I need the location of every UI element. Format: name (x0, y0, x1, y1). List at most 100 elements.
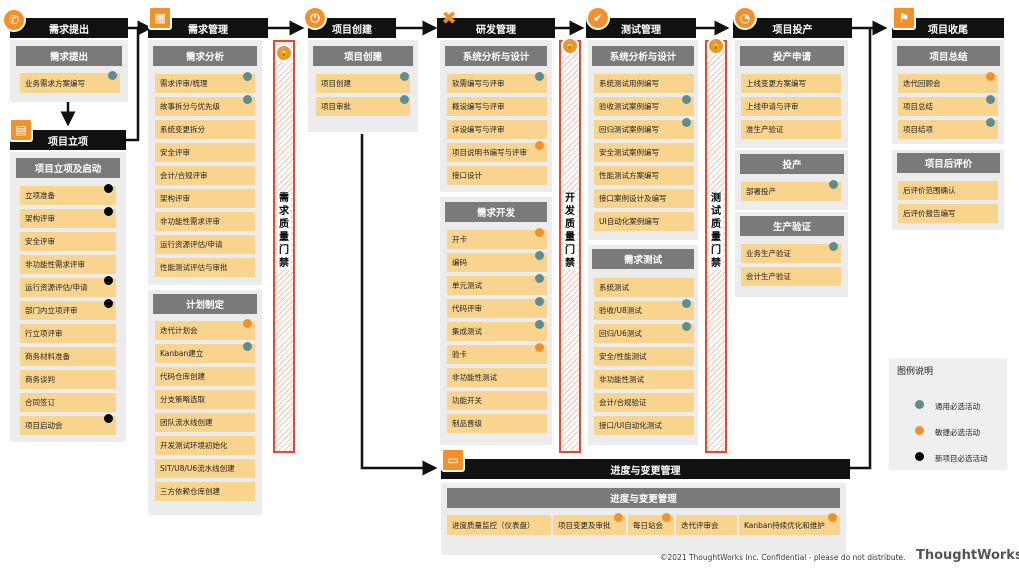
activity-item[interactable]: 上线申请与评审 (741, 97, 841, 116)
activity-item[interactable]: 开卡 (447, 230, 547, 249)
activity-item[interactable]: 回归测试案例编写 (594, 120, 694, 139)
activity-item[interactable]: 会计/合规验证 (594, 393, 694, 412)
phone-icon: ✆ (2, 8, 26, 32)
activity-item[interactable]: 部门内立项评审 (20, 301, 116, 320)
flag-icon: ⚑ (892, 6, 916, 30)
sub-header-requirement-analysis: 需求分析 (153, 46, 257, 66)
activity-item[interactable]: 开发测试环境初始化 (155, 436, 255, 455)
activity-item[interactable]: 进度质量监控（仪表盘） (447, 515, 551, 535)
generic-required-marker (682, 322, 691, 331)
activity-item[interactable]: 接口案例设计及编写 (594, 189, 694, 208)
activity-item[interactable]: 验卡 (447, 345, 547, 364)
legend-new-project-marker (915, 452, 924, 461)
activity-item[interactable]: 三方依赖仓库创建 (155, 482, 255, 501)
activity-item[interactable]: 非功能性测试 (447, 368, 547, 387)
activity-item[interactable]: 合同签订 (20, 393, 116, 412)
activity-item[interactable]: 项目审批 (316, 97, 410, 116)
activity-item[interactable]: 立项准备 (20, 186, 116, 205)
activity-item[interactable]: 准生产验证 (741, 120, 841, 139)
activity-item[interactable]: Kanban建立 (155, 344, 255, 363)
activity-item[interactable]: 业务需求方案编写 (20, 73, 120, 93)
copyright-footer: ©2021 ThoughtWorks Inc. Confidential - p… (660, 553, 906, 562)
activity-item[interactable]: 部署投产 (741, 182, 841, 201)
activity-item[interactable]: 运行资源评估/申请 (155, 235, 255, 254)
activity-item[interactable]: 接口设计 (447, 166, 547, 185)
lock-icon: 🔒 (275, 44, 293, 62)
activity-item[interactable]: 验收/U8测试 (594, 301, 694, 320)
sub-header-project-initiation: 项目立项及启动 (16, 158, 120, 178)
activity-item[interactable]: SIT/U8/U6流水线创建 (155, 459, 255, 478)
legend-agile-marker (915, 426, 924, 435)
activity-item[interactable]: UI自动化案例编写 (594, 212, 694, 231)
activity-item[interactable]: 回归/U6测试 (594, 324, 694, 343)
lock-icon: 🔒 (561, 37, 579, 55)
activity-item[interactable]: 非功能性需求评审 (155, 212, 255, 231)
activity-item[interactable]: 项目启动会 (20, 416, 116, 435)
activity-item[interactable]: 详设编写与评审 (447, 120, 547, 139)
activity-item[interactable]: 运行资源评估/申请 (20, 278, 116, 297)
activity-item[interactable]: 代码评审 (447, 299, 547, 318)
phase-header-progress-change[interactable]: 进度与变更管理 (441, 459, 850, 479)
activity-item[interactable]: 非功能性需求评审 (20, 255, 116, 274)
agile-required-marker (828, 513, 837, 522)
activity-item[interactable]: 性能测试评估与审批 (155, 258, 255, 277)
legend-agile-label: 敏捷必选活动 (935, 428, 980, 437)
activity-item[interactable]: 会计生产验证 (741, 267, 841, 286)
activity-item[interactable]: 系统测试用例编写 (594, 74, 694, 93)
activity-item[interactable]: 单元测试 (447, 276, 547, 295)
activity-item[interactable]: 安全评审 (20, 232, 116, 251)
activity-item[interactable]: 行立项评审 (20, 324, 116, 343)
generic-required-marker (535, 320, 544, 329)
activity-item[interactable]: 安全测试案例编写 (594, 143, 694, 162)
activity-item[interactable]: 架构评审 (155, 189, 255, 208)
activity-item[interactable]: 系统测试 (594, 278, 694, 297)
activity-item[interactable]: 验收测试案例编写 (594, 97, 694, 116)
activity-item[interactable]: Kanban持续优化和维护 (739, 515, 840, 535)
activity-item[interactable]: 后评价报告编写 (898, 204, 998, 223)
activity-item[interactable]: 非功能性测试 (594, 370, 694, 389)
activity-item[interactable]: 分支策略选取 (155, 390, 255, 409)
activity-item[interactable]: 架构评审 (20, 209, 116, 228)
activity-item[interactable]: 代码仓库创建 (155, 367, 255, 386)
activity-item[interactable]: 故事拆分与优先级 (155, 97, 255, 116)
activity-item[interactable]: 上线变更方案编写 (741, 74, 841, 93)
activity-item[interactable]: 集成测试 (447, 322, 547, 341)
activity-item[interactable]: 项目创建 (316, 74, 410, 93)
new-project-required-marker (104, 184, 113, 193)
sub-header-project-creation: 项目创建 (313, 46, 413, 66)
activity-item[interactable]: 安全/性能测试 (594, 347, 694, 366)
generic-required-marker (829, 180, 838, 189)
generic-required-marker (243, 72, 252, 81)
activity-item[interactable]: 项目结项 (898, 120, 998, 139)
agile-required-marker (535, 141, 544, 150)
generic-required-marker (829, 242, 838, 251)
generic-required-marker (535, 297, 544, 306)
generic-required-marker (682, 299, 691, 308)
activity-item[interactable]: 制品晋级 (447, 414, 547, 433)
activity-item[interactable]: 需求评审/梳理 (155, 74, 255, 93)
activity-item[interactable]: 迭代评审会 (676, 515, 737, 535)
activity-item[interactable]: 编码 (447, 253, 547, 272)
legend-generic-label: 通用必选活动 (935, 402, 980, 411)
activity-item[interactable]: 概设编写与评审 (447, 97, 547, 116)
new-project-required-marker (104, 276, 113, 285)
activity-item[interactable]: 商务材料准备 (20, 347, 116, 366)
activity-item[interactable]: 业务生产验证 (741, 244, 841, 263)
activity-item[interactable]: 软需编写与评审 (447, 74, 547, 93)
activity-item[interactable]: 团队流水线创建 (155, 413, 255, 432)
activity-item[interactable]: 接口/UI自动化测试 (594, 416, 694, 435)
activity-item[interactable]: 功能开关 (447, 391, 547, 410)
activity-item[interactable]: 商务谈判 (20, 370, 116, 389)
activity-item[interactable]: 迭代回顾会 (898, 74, 998, 93)
activity-item[interactable]: 项目总结 (898, 97, 998, 116)
activity-item[interactable]: 系统变更拆分 (155, 120, 255, 139)
chart-icon: ▦ (148, 6, 172, 30)
activity-item[interactable]: 后评价范围确认 (898, 181, 998, 200)
phase-header-demand-proposal[interactable]: 需求提出 (10, 18, 128, 38)
activity-item[interactable]: 会计/合规评审 (155, 166, 255, 185)
activity-item[interactable]: 项目说明书编写与评审 (447, 143, 547, 162)
activity-item[interactable]: 性能测试方案编写 (594, 166, 694, 185)
agile-required-marker (986, 72, 995, 81)
activity-item[interactable]: 迭代计划会 (155, 321, 255, 340)
activity-item[interactable]: 安全评审 (155, 143, 255, 162)
